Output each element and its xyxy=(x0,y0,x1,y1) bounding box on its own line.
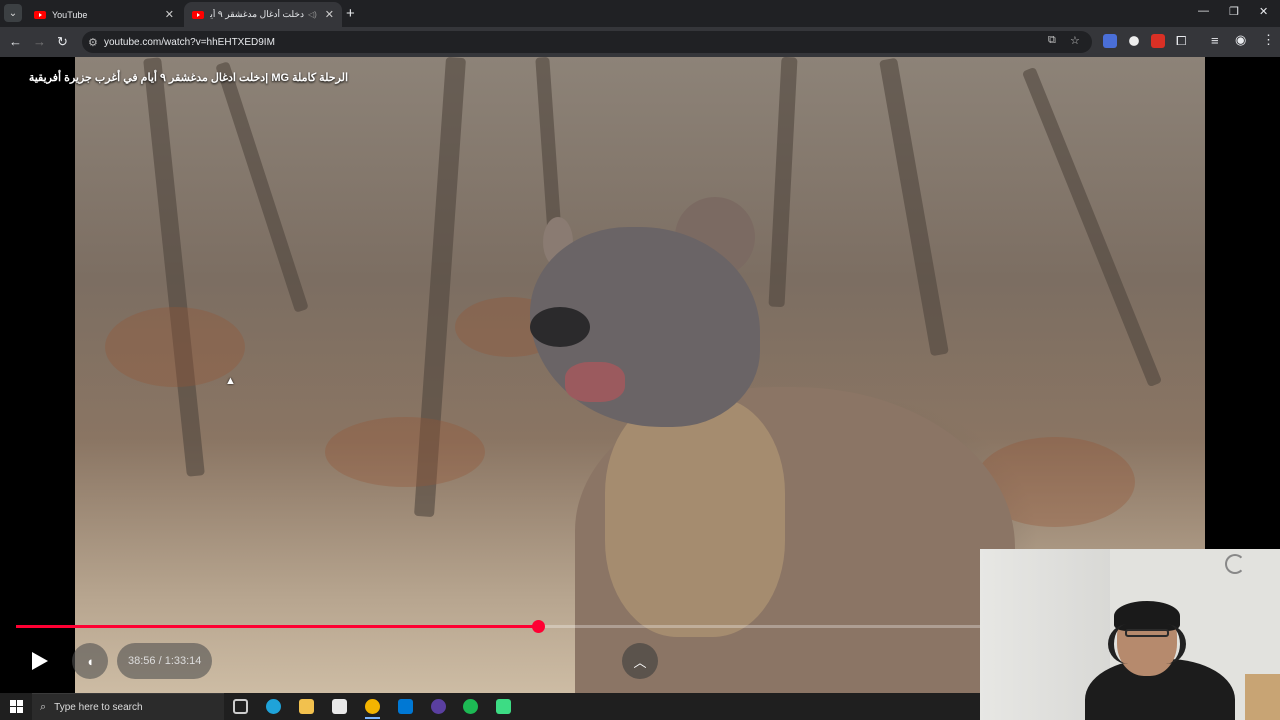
restore-button[interactable]: ❐ xyxy=(1229,5,1239,18)
fossa-nose xyxy=(530,307,590,347)
search-icon: ⌕ xyxy=(40,700,47,713)
tree-trunk xyxy=(1021,66,1163,388)
fossa-mouth xyxy=(565,362,625,402)
tab-label: دخلت أدغال مدغشقر ٩ أيا xyxy=(210,9,304,19)
audio-playing-icon[interactable]: ◁) xyxy=(308,10,317,19)
chrome-icon[interactable] xyxy=(365,699,380,719)
youtube-favicon-icon xyxy=(192,10,204,19)
progress-scrubber[interactable] xyxy=(532,620,545,633)
menu-icon[interactable]: ⋮ xyxy=(1262,32,1275,48)
webcam-overlay xyxy=(980,549,1280,720)
fossa-chest xyxy=(605,397,785,637)
reload-icon[interactable]: ↻ xyxy=(57,34,68,50)
tree-trunk xyxy=(215,61,309,313)
tab-close-icon[interactable]: ✕ xyxy=(325,8,334,21)
spotify-icon[interactable] xyxy=(463,699,478,714)
edge-icon[interactable] xyxy=(266,699,281,714)
pdf-icon[interactable] xyxy=(1151,34,1165,48)
site-info-icon[interactable]: ⚙ xyxy=(88,36,104,49)
url-text: youtube.com/watch?v=hhEHTXED9IM xyxy=(104,36,275,48)
android-studio-icon[interactable] xyxy=(496,699,511,714)
windows-start-icon[interactable] xyxy=(10,700,23,713)
forward-icon[interactable]: → xyxy=(33,34,46,49)
tab-bar: ⌄ YouTube ✕ دخلت أدغال مدغشقر ٩ أيا ◁) ✕… xyxy=(0,0,1280,27)
video-title[interactable]: الرحلة كاملة MG |دخلت ادغال مدغشقر ٩ أيا… xyxy=(29,71,348,84)
new-tab-button[interactable]: + xyxy=(346,5,355,22)
task-view-icon[interactable] xyxy=(233,699,248,714)
leaf-litter xyxy=(325,417,485,487)
file-explorer-icon[interactable] xyxy=(299,699,314,714)
translate-icon[interactable] xyxy=(1103,34,1117,48)
youtube-favicon-icon xyxy=(34,10,46,19)
time-display: 38:56 / 1:33:14 xyxy=(117,643,213,679)
tree-trunk xyxy=(768,57,798,308)
obs-icon[interactable] xyxy=(431,699,446,714)
tab-close-icon[interactable]: ✕ xyxy=(165,8,174,21)
browser-toolbar: ← → ↻ ⚙ youtube.com/watch?v=hhEHTXED9IM … xyxy=(0,27,1280,57)
tab-search-icon[interactable]: ⌄ xyxy=(4,4,22,22)
video-title-text: الرحلة كاملة MG |دخلت ادغال مدغشقر ٩ أيا… xyxy=(28,72,348,84)
progress-played xyxy=(16,625,538,628)
store-icon[interactable] xyxy=(332,699,347,714)
install-icon[interactable]: ⧉ xyxy=(1048,34,1056,47)
tab-label: YouTube xyxy=(52,9,88,20)
glasses xyxy=(1125,629,1169,637)
mouse-cursor-icon: ▲ xyxy=(225,375,236,387)
tab-video[interactable]: دخلت أدغال مدغشقر ٩ أيا ◁) ✕ xyxy=(184,2,342,27)
tree-trunk xyxy=(143,57,205,477)
reading-list-icon[interactable]: ≡ xyxy=(1211,33,1219,48)
tab-youtube[interactable]: YouTube ✕ xyxy=(26,2,182,27)
lamp xyxy=(1225,554,1245,574)
taskbar-search[interactable]: ⌕ Type here to search xyxy=(32,693,224,720)
profile-icon[interactable]: ◉ xyxy=(1235,32,1246,48)
puzzle-icon[interactable]: ⧠ xyxy=(1176,33,1186,49)
shelf xyxy=(1245,674,1280,720)
windows-taskbar: ⌕ Type here to search xyxy=(0,693,980,720)
extension-icon[interactable] xyxy=(1127,34,1141,48)
minimize-button[interactable]: — xyxy=(1198,5,1209,17)
close-window-button[interactable]: ✕ xyxy=(1259,5,1268,18)
back-icon[interactable]: ← xyxy=(9,34,22,49)
outlook-icon[interactable] xyxy=(398,699,413,714)
taskbar-search-placeholder: Type here to search xyxy=(54,701,143,713)
volume-icon[interactable]: ◖ xyxy=(72,643,108,679)
leaf-litter xyxy=(105,307,245,387)
bookmark-star-icon[interactable]: ☆ xyxy=(1070,34,1080,47)
play-icon[interactable] xyxy=(32,652,48,670)
tree-trunk xyxy=(879,57,949,357)
address-bar[interactable]: ⚙ youtube.com/watch?v=hhEHTXED9IM ⧉ ☆ xyxy=(82,31,1092,53)
chevron-up-icon[interactable]: ︿ xyxy=(622,643,658,679)
